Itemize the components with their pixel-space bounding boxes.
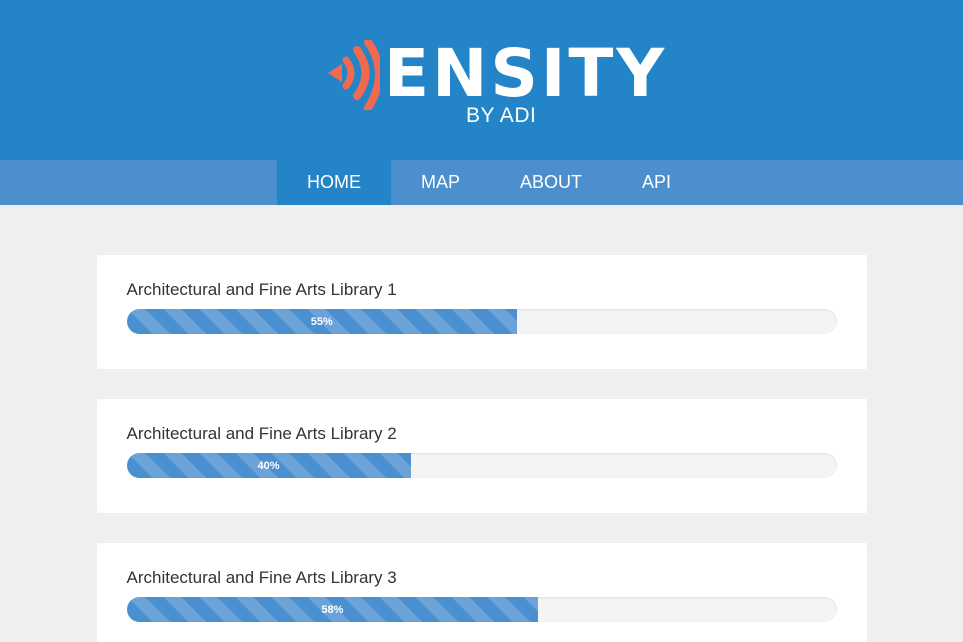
site-header: ENSITY BY ADI <box>0 0 963 160</box>
logo-wordmark: ENSITY <box>384 35 668 112</box>
nav-item-home[interactable]: HOME <box>276 160 391 205</box>
logo-subtitle: BY ADI <box>466 104 537 127</box>
occupancy-progress-fill: 55% <box>126 309 517 334</box>
library-card[interactable]: Architectural and Fine Arts Library 2 40… <box>96 399 867 513</box>
nav-item-about[interactable]: ABOUT <box>490 160 612 205</box>
occupancy-progress: 58% <box>126 597 837 622</box>
main-content: Architectural and Fine Arts Library 1 55… <box>0 205 963 642</box>
library-name: Architectural and Fine Arts Library 2 <box>126 424 397 443</box>
library-card[interactable]: Architectural and Fine Arts Library 1 55… <box>96 255 867 369</box>
wifi-signal-icon <box>328 40 380 110</box>
main-nav: HOME MAP ABOUT API <box>0 160 963 205</box>
logo[interactable]: ENSITY BY ADI <box>324 35 664 128</box>
occupancy-progress: 55% <box>126 309 837 334</box>
library-name: Architectural and Fine Arts Library 1 <box>126 280 397 299</box>
occupancy-progress-fill: 58% <box>126 597 539 622</box>
occupancy-progress: 40% <box>126 453 837 478</box>
occupancy-progress-fill: 40% <box>126 453 411 478</box>
library-card[interactable]: Architectural and Fine Arts Library 3 58… <box>96 543 867 642</box>
nav-item-api[interactable]: API <box>612 160 701 205</box>
nav-item-map[interactable]: MAP <box>391 160 490 205</box>
library-name: Architectural and Fine Arts Library 3 <box>126 568 397 587</box>
